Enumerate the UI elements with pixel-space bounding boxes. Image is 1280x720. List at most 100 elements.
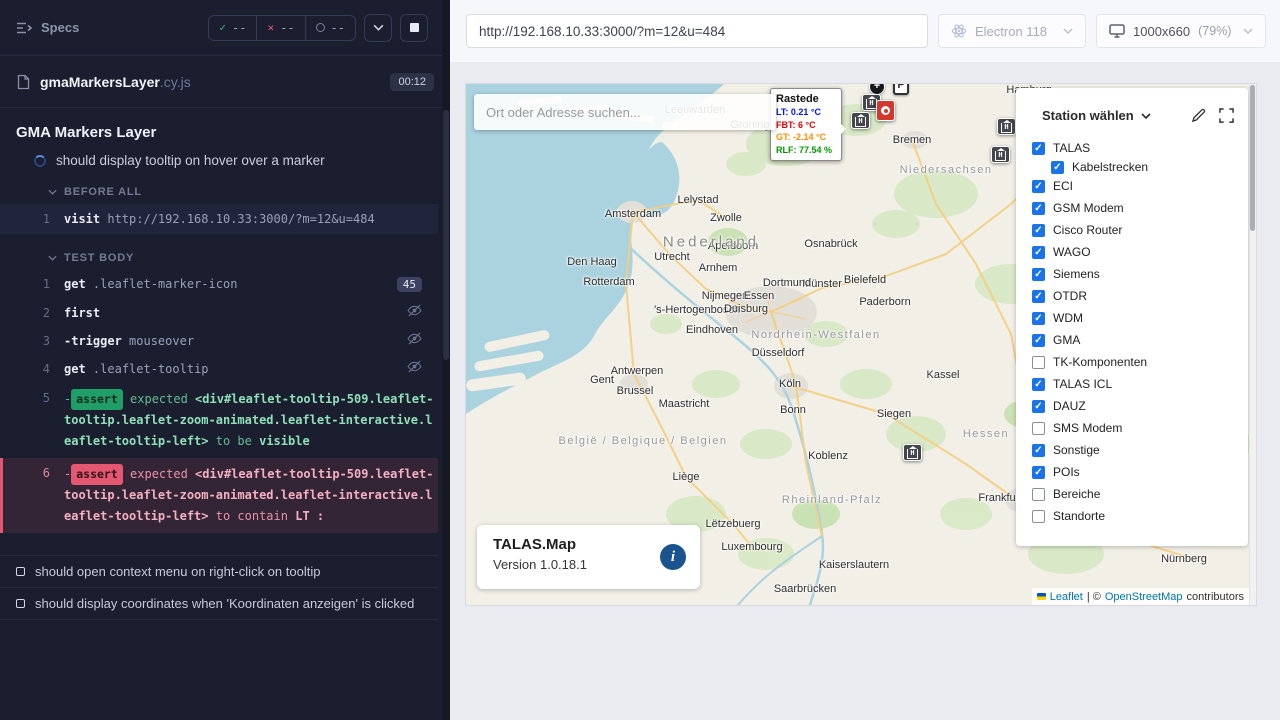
- station-select[interactable]: Station wählen: [1042, 108, 1151, 123]
- command-assert-passed[interactable]: 5 -assert expected <div#leaflet-tooltip-…: [0, 383, 438, 458]
- tooltip-measurement-row: FBT: 6 °C: [776, 119, 836, 132]
- checkbox[interactable]: [1032, 400, 1045, 413]
- checkbox-label: SMS Modem: [1053, 421, 1122, 435]
- queued-test-coordinates[interactable]: should display coordinates when 'Koordin…: [0, 587, 438, 620]
- station-marker[interactable]: H: [851, 112, 870, 129]
- station-marker[interactable]: H: [997, 118, 1016, 135]
- checkbox[interactable]: [1032, 246, 1045, 259]
- station-filter-talas-icl[interactable]: TALAS ICL: [1032, 373, 1248, 395]
- element-hidden-icon: [399, 332, 438, 350]
- info-icon[interactable]: i: [660, 544, 686, 570]
- queued-test-context-menu[interactable]: should open context menu on right-click …: [0, 555, 438, 587]
- checkbox-label: Kabelstrecken: [1072, 160, 1148, 174]
- checkbox[interactable]: [1032, 312, 1045, 325]
- station-checkbox-list: TALAS KabelstreckenECIGSM Modem Cisco Rout…: [1016, 135, 1248, 527]
- spec-file-icon: [16, 74, 30, 90]
- command-get-tooltip[interactable]: 4 get .leaflet-tooltip: [0, 355, 438, 383]
- tooltip-measurement-row: RLF: 77.54 %: [776, 144, 836, 157]
- checkbox[interactable]: [1051, 161, 1064, 174]
- checkbox-label: GMA: [1053, 333, 1080, 347]
- station-filter-gma[interactable]: GMA: [1032, 329, 1248, 351]
- station-filter-sms-modem[interactable]: SMS Modem: [1032, 417, 1248, 439]
- checkbox[interactable]: [1032, 224, 1045, 237]
- checkbox-label: Bereiche: [1053, 487, 1100, 501]
- pending-count: --: [305, 16, 355, 40]
- station-filter-kabelstrecken[interactable]: Kabelstrecken: [1051, 159, 1248, 175]
- parking-marker[interactable]: P: [893, 84, 909, 95]
- expand-icon[interactable]: [1219, 108, 1234, 123]
- station-filter-standorte[interactable]: Standorte: [1032, 505, 1248, 527]
- section-before-all[interactable]: BEFORE ALL: [48, 186, 438, 198]
- station-filter-tk-komponenten[interactable]: TK-Komponenten: [1032, 351, 1248, 373]
- leaflet-link[interactable]: Leaflet: [1050, 591, 1083, 603]
- checkbox[interactable]: [1032, 510, 1045, 523]
- suite-title[interactable]: GMA Markers Layer: [16, 124, 438, 141]
- edit-pencil-icon[interactable]: [1191, 108, 1206, 123]
- reporter-header: Specs ✓-- ✕-- --: [0, 0, 450, 56]
- section-test-body[interactable]: TEST BODY: [48, 252, 438, 264]
- station-filter-talas[interactable]: TALAS: [1032, 137, 1248, 159]
- station-marker[interactable]: H: [991, 146, 1010, 163]
- command-first[interactable]: 2 first: [0, 299, 438, 327]
- station-filter-otdr[interactable]: OTDR: [1032, 285, 1248, 307]
- station-filter-wdm[interactable]: WDM: [1032, 307, 1248, 329]
- command-get-marker-icon[interactable]: 1 get .leaflet-marker-icon 45: [0, 270, 438, 299]
- checkbox[interactable]: [1032, 268, 1045, 281]
- checkbox[interactable]: [1032, 444, 1045, 457]
- checkbox[interactable]: [1032, 180, 1045, 193]
- url-bar[interactable]: http://192.168.10.33:3000/?m=12&u=484: [466, 14, 928, 48]
- specs-nav[interactable]: Specs: [16, 20, 79, 35]
- assert-badge: assert: [71, 464, 123, 485]
- checkbox-label: TALAS ICL: [1053, 377, 1112, 391]
- station-filter-siemens[interactable]: Siemens: [1032, 263, 1248, 285]
- station-filter-eci[interactable]: ECI: [1032, 175, 1248, 197]
- queued-test-icon: [16, 567, 25, 576]
- station-filter-bereiche[interactable]: Bereiche: [1032, 483, 1248, 505]
- checkbox-label: POIs: [1053, 465, 1080, 479]
- chevron-down-icon: [1243, 28, 1253, 34]
- command-assert-failing[interactable]: 6 -assert expected <div#leaflet-tooltip-…: [0, 458, 438, 533]
- collapse-button[interactable]: [364, 14, 392, 42]
- runnables: GMA Markers Layer should display tooltip…: [0, 108, 450, 620]
- alarm-marker[interactable]: [876, 100, 895, 121]
- test-stats: ✓-- ✕-- --: [208, 15, 356, 41]
- search-input[interactable]: [474, 94, 776, 130]
- tooltip-measurement-row: LT: 0.21 °C: [776, 106, 836, 119]
- app-under-test: LeeuwardenGroningenHamburgBremenNiedersa…: [466, 84, 1256, 605]
- checkbox[interactable]: [1032, 202, 1045, 215]
- specs-title: Specs: [41, 20, 79, 35]
- checkbox-label: Cisco Router: [1053, 223, 1122, 237]
- tooltip-title: Rastede: [776, 93, 836, 105]
- checkbox[interactable]: [1032, 422, 1045, 435]
- station-filter-cisco-router[interactable]: Cisco Router: [1032, 219, 1248, 241]
- browser-selector[interactable]: Electron 118: [938, 14, 1086, 48]
- viewport-selector[interactable]: 1000x660 (79%): [1096, 14, 1266, 48]
- checkbox[interactable]: [1032, 334, 1045, 347]
- station-filter-pois[interactable]: POIs: [1032, 461, 1248, 483]
- checkbox[interactable]: [1032, 488, 1045, 501]
- ukraine-flag-icon: [1037, 593, 1046, 600]
- checkbox[interactable]: [1032, 142, 1045, 155]
- map-attribution: Leaflet | © OpenStreetMap contributors: [1032, 588, 1249, 605]
- station-filter-dauz[interactable]: DAUZ: [1032, 395, 1248, 417]
- command-trigger-mouseover[interactable]: 3 -trigger mouseover: [0, 327, 438, 355]
- sidebar-scrollbar[interactable]: [442, 0, 450, 720]
- active-test[interactable]: should display tooltip on hover over a m…: [34, 153, 438, 168]
- spec-file-name[interactable]: gmaMarkersLayer.cy.js: [40, 74, 191, 90]
- checkbox[interactable]: [1032, 378, 1045, 391]
- command-visit[interactable]: 1 visit http://192.168.10.33:3000/?m=12&…: [0, 204, 438, 234]
- checkbox[interactable]: [1032, 356, 1045, 369]
- queued-tests: should open context menu on right-click …: [0, 555, 438, 620]
- aut-scrollbar[interactable]: [1249, 84, 1256, 605]
- station-marker[interactable]: H: [903, 444, 922, 461]
- station-filter-gsm-modem[interactable]: GSM Modem: [1032, 197, 1248, 219]
- checkbox[interactable]: [1032, 290, 1045, 303]
- marker-tooltip[interactable]: Rastede LT: 0.21 °CFBT: 6 °CGT: -2.14 °C…: [770, 88, 842, 161]
- station-filter-sonstige[interactable]: Sonstige: [1032, 439, 1248, 461]
- checkbox[interactable]: [1032, 466, 1045, 479]
- stop-button[interactable]: [400, 14, 428, 42]
- checkbox-label: TALAS: [1053, 141, 1090, 155]
- checkbox-label: DAUZ: [1053, 399, 1086, 413]
- station-filter-wago[interactable]: WAGO: [1032, 241, 1248, 263]
- osm-link[interactable]: OpenStreetMap: [1105, 591, 1183, 603]
